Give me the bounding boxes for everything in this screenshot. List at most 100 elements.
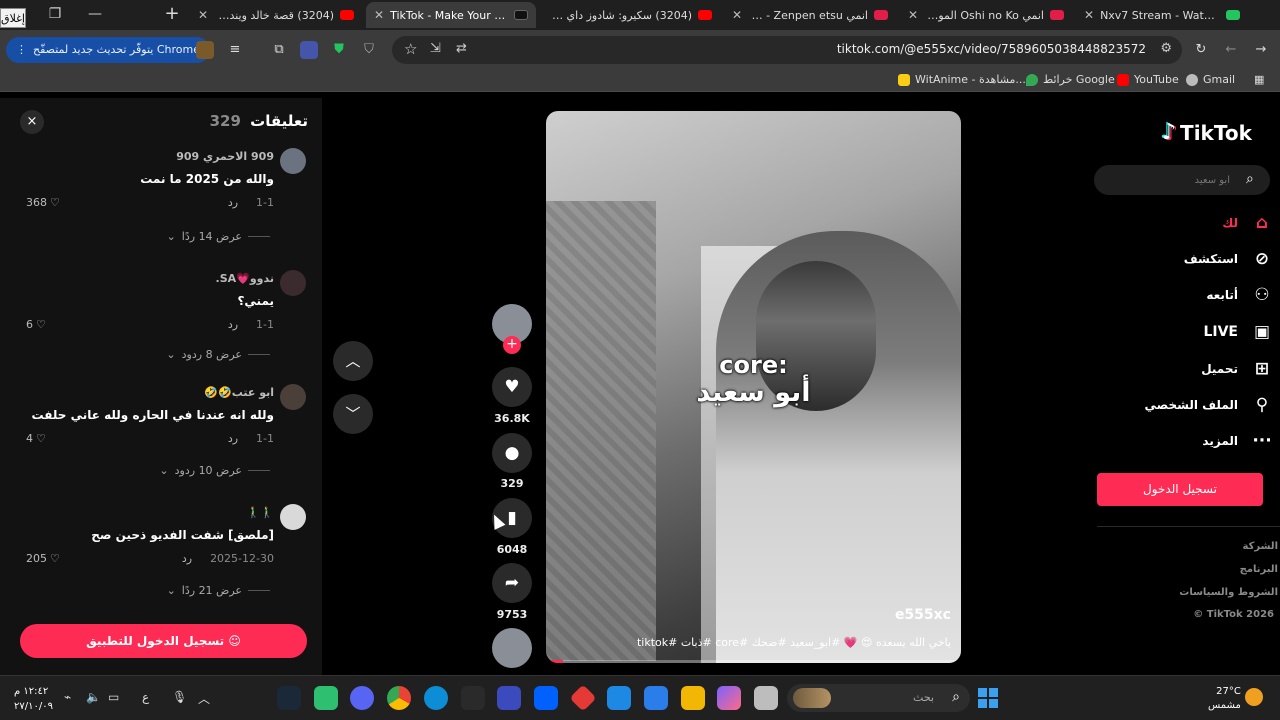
avatar[interactable] [280,384,306,410]
comment-button[interactable]: ● [492,433,532,473]
address-bar[interactable]: ☆ ⇲ ⇄ tiktok.com/@e555xc/video/758960503… [392,36,1182,64]
sidebar-item-upload[interactable]: ⊞ تحميل [1201,356,1274,382]
restore-window-icon[interactable]: ❐ [40,4,70,24]
comment-username[interactable]: 🚶‍♂️🚶‍♂️ [247,506,274,519]
comment-like-button[interactable]: 6 ♡ [26,318,46,331]
gaming-app-icon[interactable] [314,686,338,710]
share-button[interactable]: ➦ [492,563,532,603]
tab-tiktok[interactable]: ✕ TikTok - Make Your Day [366,2,536,28]
comment-like-button[interactable]: 205 ♡ [26,552,60,565]
like-button[interactable]: ♥ [492,367,532,407]
video-author[interactable]: e555xc [895,607,951,623]
tab-close-icon[interactable]: ✕ [732,8,742,22]
comment-like-button[interactable]: 368 ♡ [26,196,60,209]
file-explorer-icon[interactable] [681,686,705,710]
search-icon[interactable]: ⌕ [1246,171,1254,187]
tab-kaijuu[interactable]: ✕ انمي Kaijuu - Zenpen etsu [724,2,896,28]
close-tooltip[interactable]: إغلاق [0,8,26,28]
tab-youtube-khaled[interactable]: ✕ (3204) قصة خالد ويندر !!! الا [190,2,362,28]
sidebar-item-following[interactable]: ⚇ أتابعه [1206,282,1274,308]
tab-close-icon[interactable]: ✕ [374,8,384,22]
adblock-icon[interactable]: ⛉ [360,41,378,59]
display-icon[interactable]: ▭ [108,690,119,704]
video-player[interactable]: core: أبو سعيد e555xc ياخي الله يسعده 😍 … [546,111,961,663]
comment-username[interactable]: ابو عتب🤣🤣 [204,386,274,399]
sidebar-item-live[interactable]: ▣ LIVE [1203,319,1274,345]
footer-company-link[interactable]: الشركة [1243,541,1278,552]
login-button[interactable]: تسجيل الدخول [1097,473,1263,506]
bookmark-star-icon[interactable]: ☆ [404,40,417,58]
avatar[interactable] [280,504,306,530]
video-progress-bar[interactable] [546,660,961,663]
app-icon[interactable] [754,686,778,710]
footer-program-link[interactable]: البرنامج [1240,564,1278,575]
taskbar-search[interactable]: ⌕ بحث [787,684,970,712]
minimize-window-icon[interactable]: — [80,4,110,24]
sidebar-item-explore[interactable]: ⊘ استكشف [1184,246,1274,272]
profile-avatar-icon[interactable] [196,41,214,59]
site-settings-icon[interactable]: ⚙ [1160,41,1172,56]
shield-extension-icon[interactable]: ⛊ [330,41,348,59]
store-app-icon[interactable] [644,686,668,710]
extension-icon[interactable] [300,41,318,59]
tab-close-icon[interactable]: ✕ [198,8,208,22]
comment-like-button[interactable]: 4 ♡ [26,432,46,445]
reload-icon[interactable]: ↻ [1192,41,1210,59]
forward-icon[interactable]: ← [1222,41,1240,59]
view-replies-button[interactable]: عرض 21 ردًا ⌄ [167,584,270,597]
avatar[interactable] [280,148,306,174]
tab-nxv7[interactable]: ✕ Nxv7 Stream - Watch Live [1076,2,1248,28]
reply-button[interactable]: رد [228,432,238,445]
view-replies-button[interactable]: عرض 10 ردود ⌄ [159,464,270,477]
tab-close-icon[interactable]: ✕ [1084,8,1094,22]
comment-username[interactable]: ندوو💗SA. [216,272,274,285]
edge-app-icon[interactable] [424,686,448,710]
microphone-icon[interactable]: 🎙 [172,690,187,704]
search-input[interactable] [1120,171,1230,189]
tab-oshi-no-ko[interactable]: ✕ انمي Oshi no Ko الموسم 3 [900,2,1072,28]
app-icon[interactable] [569,684,597,712]
tiktok-logo[interactable]: ♪ TikTok [1162,120,1252,145]
volume-icon[interactable]: 🔈 [86,690,101,704]
tab-youtube-sekiro[interactable]: (3204) سكيرو: شادوز داي توايس [542,2,720,28]
weather-widget[interactable]: 27°C مشمس [1208,685,1241,713]
footer-terms-link[interactable]: الشروط والسياسات [1179,587,1278,598]
bookmark-google-maps[interactable]: خرائط Google [1026,73,1115,86]
back-icon[interactable]: → [1252,41,1270,59]
sidebar-item-for-you[interactable]: ⌂ لك [1222,210,1274,236]
discord-app-icon[interactable] [350,686,374,710]
mail-app-icon[interactable] [607,686,631,710]
next-video-button[interactable]: ﹀ [333,394,373,434]
reply-button[interactable]: رد [228,318,238,331]
bookmark-witanime[interactable]: WitAnime - مشاهدة... [898,73,1026,86]
next-creator-avatar[interactable] [492,628,532,668]
extensions-icon[interactable]: ⧉ [270,41,288,59]
reply-button[interactable]: رد [228,196,238,209]
login-app-button[interactable]: ☺ تسجيل الدخول للتطبيق [20,624,307,658]
tray-chevron-up-icon[interactable]: ︿ [198,690,210,707]
system-clock[interactable]: ١٢:٤٢ م ٢٧/١٠/٠٩ [14,684,53,714]
view-replies-button[interactable]: عرض 8 ردود ⌄ [166,348,270,361]
close-comments-icon[interactable]: × [20,110,44,134]
comment-username[interactable]: 909 الاحمري 909 [176,150,274,163]
reading-list-icon[interactable]: ≡ [226,41,244,59]
bookmark-gmail[interactable]: Gmail [1186,73,1235,86]
follow-plus-icon[interactable]: + [503,336,521,354]
dropbox-app-icon[interactable] [534,686,558,710]
windows-start-icon[interactable] [978,688,998,708]
bookmark-youtube[interactable]: YouTube [1117,73,1179,86]
new-tab-button[interactable]: + [162,4,182,24]
sidebar-item-profile[interactable]: ⚲ الملف الشخصي [1145,392,1274,418]
epic-games-app-icon[interactable] [461,686,485,710]
network-tray-icon[interactable]: ⌁ [64,690,71,704]
language-indicator[interactable]: ع [142,690,149,704]
view-replies-button[interactable]: عرض 14 ردًا ⌄ [167,230,270,243]
install-app-icon[interactable]: ⇲ [430,41,441,56]
apps-grid-icon[interactable]: ▦ [1254,73,1264,86]
avatar[interactable] [280,270,306,296]
app-icon[interactable] [497,686,521,710]
copilot-app-icon[interactable] [717,686,741,710]
reply-button[interactable]: رد [182,552,192,565]
steam-app-icon[interactable] [277,686,301,710]
previous-video-button[interactable]: ︿ [333,341,373,381]
